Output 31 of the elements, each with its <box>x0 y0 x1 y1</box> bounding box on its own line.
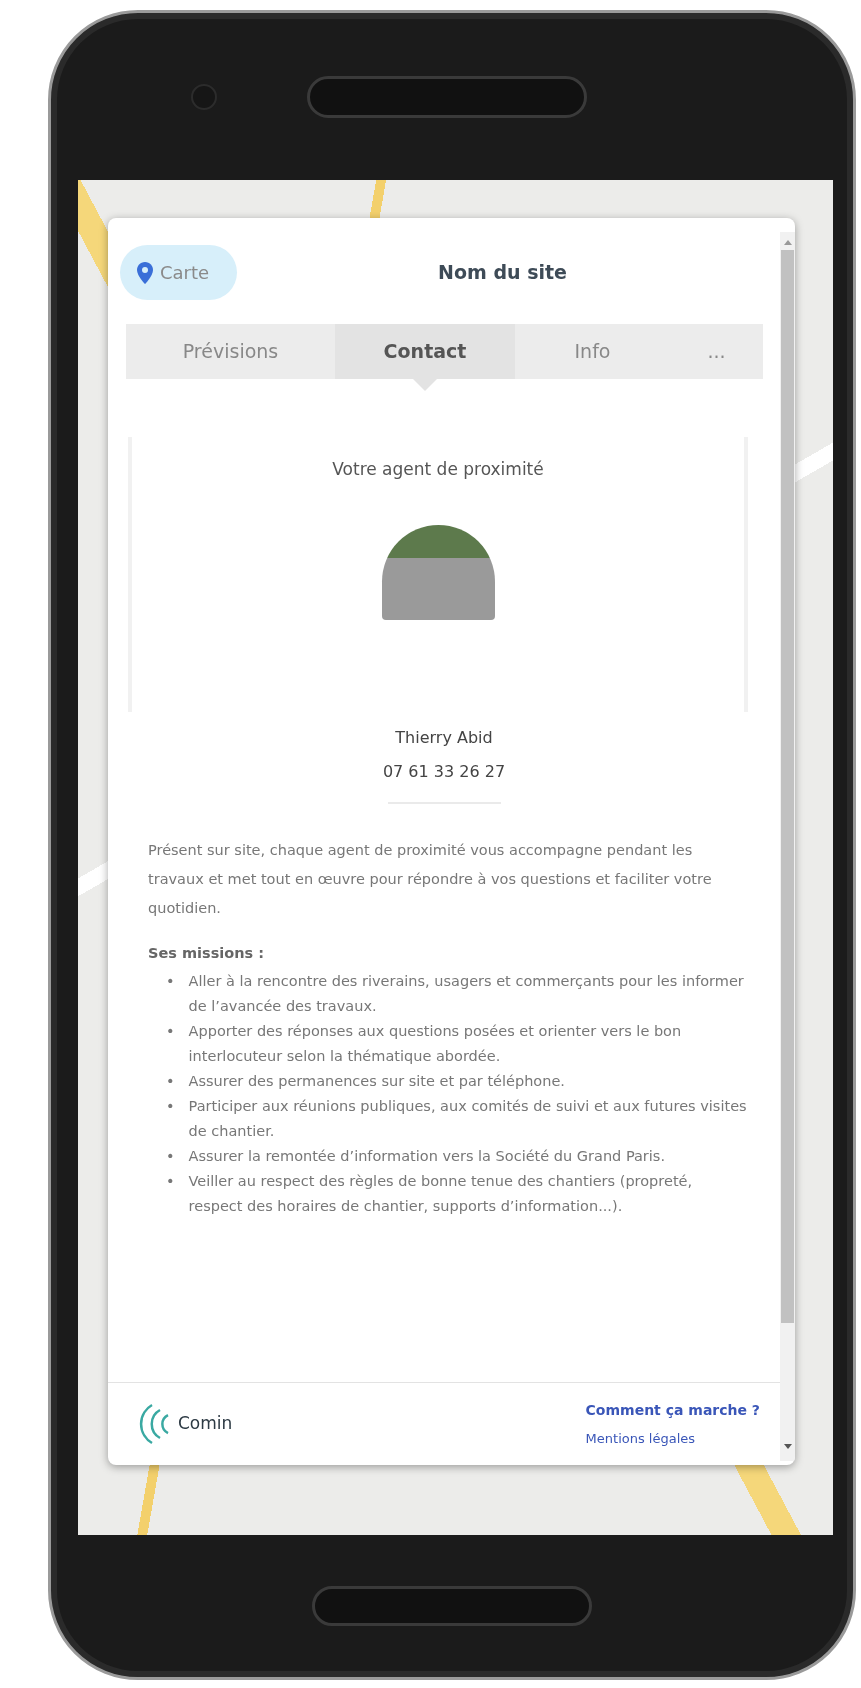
site-title: Nom du site <box>438 261 567 284</box>
mission-item: Participer aux réunions publiques, aux comités de suivi et aux futures visites de chantier. <box>188 1096 748 1141</box>
map-pin-icon <box>136 260 154 285</box>
bullet: • <box>166 1171 175 1191</box>
bullet: • <box>166 1021 175 1041</box>
help-link[interactable]: Comment ça marche ? <box>585 1399 760 1421</box>
bullet: • <box>166 1146 175 1166</box>
mission-item: Veiller au respect des règles de bonne tenue des chantiers (propreté, respect des horaires de chantier, supports d’information...). <box>188 1171 694 1216</box>
tab-pointer-icon <box>413 379 437 391</box>
bullet: • <box>166 971 175 991</box>
mission-item: Assurer la remontée d’information vers la Société du Grand Paris. <box>188 1146 666 1166</box>
map-button[interactable]: Carte <box>120 245 237 300</box>
agent-heading: Votre agent de proximité <box>332 458 544 481</box>
legal-link[interactable]: Mentions légales <box>585 1428 760 1449</box>
tab[interactable]: Info <box>515 324 670 379</box>
scrollbar-thumb[interactable] <box>781 250 794 1323</box>
bullet: • <box>166 1096 175 1116</box>
logo-text: Comin <box>178 1412 233 1436</box>
scroll-up-icon[interactable] <box>782 238 793 246</box>
agent-phone: 07 61 33 26 27 <box>382 761 506 783</box>
agent-name: Thierry Abid <box>395 727 493 749</box>
scrollbar[interactable] <box>780 232 795 1461</box>
bullet: • <box>166 1071 175 1091</box>
missions-heading: Ses missions : <box>148 944 266 963</box>
tab[interactable]: ... <box>670 324 763 379</box>
tab[interactable]: Prévisions <box>126 324 335 379</box>
mission-item: Aller à la rencontre des riverains, usagers et commerçants pour les informer de l’avancée des travaux. <box>188 971 745 1016</box>
scroll-down-icon[interactable] <box>782 1443 793 1451</box>
mission-item: Apporter des réponses aux questions posées et orienter vers le bon interlocuteur selon la thématique abordée. <box>188 1021 683 1066</box>
description-text: Présent sur site, chaque agent de proximité vous accompagne pendant les travaux et met tout en œuvre pour répondre à vos questions et faciliter votre quotidien. <box>148 841 713 918</box>
mission-item: Assurer des permanences sur site et par téléphone. <box>188 1071 565 1091</box>
